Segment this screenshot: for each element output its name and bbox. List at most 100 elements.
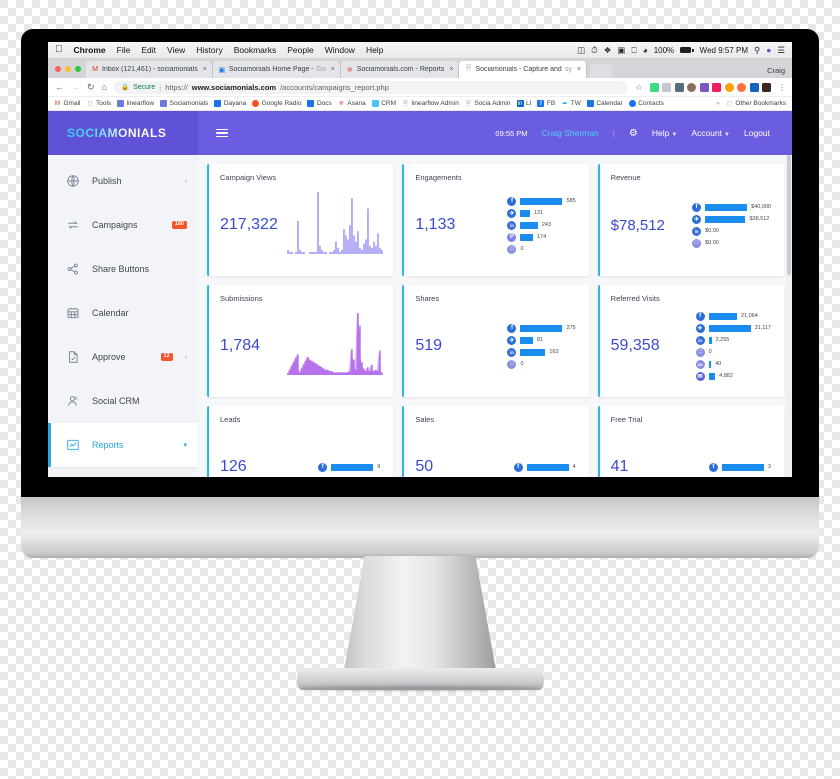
- bookmark-socia-admin[interactable]: 🖹 Socia Admin: [465, 100, 511, 107]
- new-tab-button[interactable]: [589, 64, 612, 78]
- bookmark-linkedin[interactable]: in LI: [516, 100, 531, 107]
- profile-name-label[interactable]: Craig: [767, 66, 785, 75]
- bookmark-contacts[interactable]: Contacts: [628, 100, 664, 107]
- header-username[interactable]: Craig Sherman: [542, 128, 599, 138]
- social-row-twitter: ✈ $38,512: [692, 214, 771, 224]
- forward-button[interactable]: →: [71, 82, 80, 92]
- bookmark-facebook[interactable]: f FB: [537, 100, 555, 107]
- extension-icon-2[interactable]: [662, 82, 671, 92]
- bookmark-calendar[interactable]: Calendar: [586, 100, 623, 107]
- menu-bookmarks[interactable]: Bookmarks: [234, 45, 277, 55]
- menu-file[interactable]: File: [117, 45, 131, 55]
- bookmark-google-radio[interactable]: Google Radio: [252, 100, 301, 107]
- battery-icon[interactable]: [680, 47, 694, 53]
- menu-people[interactable]: People: [287, 45, 313, 55]
- keyboard-icon[interactable]: ⎕: [631, 45, 636, 56]
- imac-monitor:  Chrome File Edit View History Bookmark…: [21, 29, 819, 497]
- logout-button[interactable]: Logout: [744, 128, 770, 138]
- extension-icon-3[interactable]: [674, 82, 684, 92]
- bookmark-gmail[interactable]: M Gmail: [54, 100, 80, 107]
- scrollbar-thumb[interactable]: [787, 155, 791, 275]
- kebab-menu-icon[interactable]: ⋮: [778, 83, 786, 92]
- menu-window[interactable]: Window: [325, 45, 355, 55]
- bookmark-star-icon[interactable]: ☆: [635, 83, 642, 92]
- bookmark-crm[interactable]: CRM: [371, 100, 396, 107]
- close-tab-icon[interactable]: ×: [449, 66, 453, 73]
- browser-tab-inbox[interactable]: M Inbox (121,461) - sociamonials ×: [86, 61, 213, 78]
- minimize-window-button[interactable]: [65, 65, 71, 72]
- close-window-button[interactable]: [55, 65, 61, 72]
- spark-bar: [309, 251, 311, 254]
- apple-icon[interactable]: : [55, 45, 63, 55]
- display-icon[interactable]: ◫: [577, 45, 585, 56]
- extension-icon-1[interactable]: [649, 82, 659, 92]
- bookmark-linearflow[interactable]: linearflow: [117, 100, 154, 107]
- spark-bar: [307, 356, 309, 375]
- sidebar-item-calendar[interactable]: Calendar: [48, 291, 198, 335]
- extension-icon-7[interactable]: [724, 82, 734, 92]
- menu-edit[interactable]: Edit: [141, 45, 156, 55]
- bookmark-dayana[interactable]: Dayana: [214, 100, 246, 107]
- home-button[interactable]: ⌂: [102, 82, 107, 92]
- social-bar: [520, 324, 563, 332]
- close-tab-icon[interactable]: ×: [331, 66, 335, 73]
- close-tab-icon[interactable]: ×: [203, 66, 207, 73]
- dropbox-icon[interactable]: ❖: [604, 45, 612, 56]
- gear-icon[interactable]: ⚙: [629, 128, 638, 139]
- menu-chrome[interactable]: Chrome: [74, 45, 106, 55]
- siri-icon[interactable]: ●: [766, 45, 771, 55]
- omnibox-divider: |: [159, 82, 162, 92]
- bookmark-asana[interactable]: ❋ Asana: [338, 100, 366, 107]
- browser-tab-home-page[interactable]: ▣ Sociamonials Home Page - Go ×: [212, 61, 341, 78]
- app-logo[interactable]: SOCIAMONIALS: [67, 126, 166, 140]
- spark-bar: [373, 241, 375, 254]
- sidebar-item-social-crm[interactable]: Social CRM: [48, 379, 198, 423]
- extension-icon-10[interactable]: [762, 82, 771, 92]
- brand-area[interactable]: SOCIAMONIALS: [48, 111, 198, 155]
- extension-icon-8[interactable]: [737, 82, 746, 92]
- hamburger-menu-icon[interactable]: [216, 128, 228, 138]
- bookmark-docs[interactable]: Docs: [307, 100, 332, 107]
- bookmark-label: Tools: [95, 100, 112, 107]
- spark-bar: [303, 251, 305, 254]
- instagram-icon: □: [507, 359, 517, 369]
- bookmark-sociamonials[interactable]: Sociamonials: [160, 100, 208, 107]
- sidebar-item-reports[interactable]: Reports ▾: [48, 423, 198, 467]
- sidebar-item-publish[interactable]: Publish ›: [48, 159, 198, 203]
- bookmark-linearflow-admin[interactable]: 🖹 linearflow Admin: [402, 100, 459, 107]
- account-menu[interactable]: Account ▼: [691, 128, 730, 138]
- bookmark-tools[interactable]: ◻ Tools: [86, 100, 111, 107]
- menubar-datetime[interactable]: Wed 9:57 PM: [700, 46, 748, 55]
- address-bar[interactable]: 🔒 Secure | https://www.sociamonials.com /…: [113, 80, 629, 94]
- page-icon: 🖹: [465, 100, 471, 107]
- sidebar-item-campaigns[interactable]: Campaigns 160: [48, 203, 198, 247]
- spark-bar: [321, 249, 323, 254]
- sidebar-item-share-buttons[interactable]: Share Buttons: [48, 247, 198, 291]
- window-controls[interactable]: [53, 59, 86, 78]
- asana-icon: ❋: [346, 66, 353, 74]
- extension-icon-4[interactable]: [687, 82, 696, 92]
- bookmarks-overflow-button[interactable]: »: [716, 100, 720, 107]
- browser-tab-reports[interactable]: ❋ Sociamonials.com - Reports ×: [340, 61, 460, 78]
- screen-icon[interactable]: ▣: [617, 45, 625, 56]
- extension-icon-5[interactable]: [699, 82, 709, 92]
- browser-tab-capture[interactable]: 🖹 Sociamonials - Capture and sy ×: [459, 61, 587, 78]
- notification-center-icon[interactable]: ☰: [777, 45, 785, 56]
- sidebar-item-approve[interactable]: Approve 12 ›: [48, 335, 198, 379]
- search-icon[interactable]: ⚲: [754, 45, 760, 56]
- reload-button[interactable]: ↻: [87, 82, 95, 93]
- extension-icon-6[interactable]: [712, 82, 721, 92]
- menu-help[interactable]: Help: [366, 45, 383, 55]
- menu-view[interactable]: View: [167, 45, 185, 55]
- back-button[interactable]: ←: [55, 82, 64, 92]
- sidebar-item-label: Publish: [92, 176, 122, 186]
- extension-icon-9[interactable]: [749, 82, 759, 92]
- bookmark-twitter[interactable]: ➦ TW: [561, 100, 581, 107]
- clock-icon[interactable]: ⏱: [591, 45, 598, 56]
- menu-history[interactable]: History: [196, 45, 222, 55]
- maximize-window-button[interactable]: [75, 65, 81, 72]
- wifi-icon[interactable]: ◕: [643, 45, 648, 55]
- close-tab-icon[interactable]: ×: [577, 66, 581, 73]
- other-bookmarks-button[interactable]: ◻ Other Bookmarks: [726, 100, 786, 107]
- help-menu[interactable]: Help ▼: [652, 128, 677, 138]
